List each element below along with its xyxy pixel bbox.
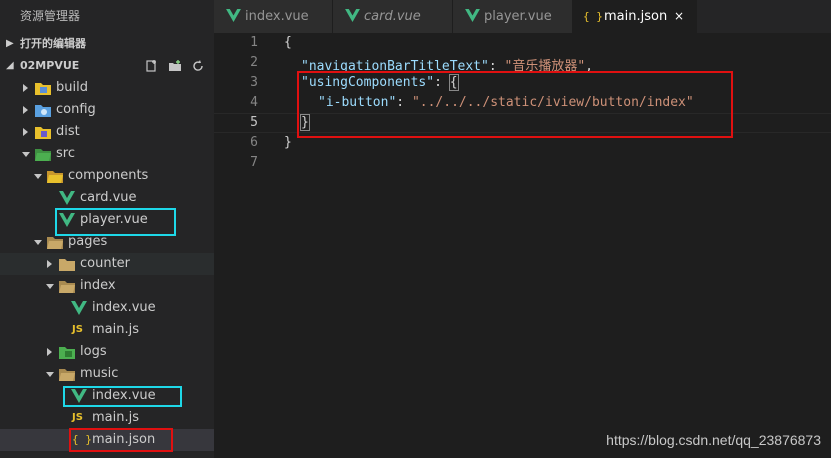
code-editor[interactable]: 1 2 3 4 5 6 7 { "navigationBarTitleText"… [214, 33, 831, 458]
vue-icon [71, 301, 87, 315]
code-line-6: } [284, 135, 292, 150]
highlight-box-red [69, 428, 173, 452]
close-icon[interactable]: × [674, 0, 684, 33]
folder-icon [35, 83, 51, 95]
chevron-right-icon [23, 106, 28, 114]
chevron-down-icon [46, 372, 54, 377]
explorer-title: 资源管理器 [0, 0, 214, 32]
tree-item-components[interactable]: components [0, 165, 214, 187]
tree-item-label: main.js [92, 410, 139, 425]
vue-icon [465, 9, 480, 22]
project-label: 02MPVUE [20, 59, 80, 72]
folder-open-icon [35, 149, 51, 161]
tab-main-json[interactable]: { } main.json × [573, 0, 697, 33]
folder-icon [35, 105, 51, 117]
token-brace: { [284, 35, 292, 50]
chevron-down-icon [34, 174, 42, 179]
chevron-right-icon [23, 128, 28, 136]
tab-index-vue[interactable]: index.vue [214, 0, 333, 33]
tree-item-label: dist [56, 124, 80, 139]
tree-item-main-js[interactable]: JS main.js [0, 319, 214, 341]
folder-icon [35, 127, 51, 139]
chevron-down-icon [22, 152, 30, 157]
chevron-down-icon: ◢ [6, 60, 14, 71]
open-editors-section[interactable]: ▶ 打开的编辑器 [0, 33, 214, 55]
line-number: 6 [250, 135, 258, 150]
tree-item-config[interactable]: config [0, 99, 214, 121]
tree-item-build[interactable]: build [0, 77, 214, 99]
tree-item-label: logs [80, 344, 107, 359]
tab-card-vue[interactable]: card.vue [333, 0, 453, 33]
tree-item-label: index.vue [92, 300, 156, 315]
chevron-down-icon [46, 284, 54, 289]
line-number: 7 [250, 155, 258, 170]
tree-item-index-vue[interactable]: index.vue [0, 297, 214, 319]
project-section[interactable]: ◢ 02MPVUE [0, 55, 214, 77]
tab-player-vue[interactable]: player.vue [453, 0, 573, 33]
folder-icon [59, 259, 75, 271]
tab-label: player.vue [484, 9, 552, 24]
new-file-icon[interactable] [145, 59, 159, 73]
folder-open-icon [47, 237, 63, 249]
chevron-right-icon [47, 260, 52, 268]
folder-open-icon [59, 281, 75, 293]
tree-item-label: components [68, 168, 149, 183]
code-line-1: { [284, 35, 292, 50]
vue-icon [345, 9, 360, 22]
tree-item-label: src [56, 146, 75, 161]
tree-item-label: config [56, 102, 96, 117]
tree-item-logs[interactable]: logs [0, 341, 214, 363]
js-icon: JS [72, 324, 83, 335]
token-brace: } [284, 135, 292, 150]
chevron-right-icon [23, 84, 28, 92]
tree-item-music[interactable]: music [0, 363, 214, 385]
tree-item-label: index [80, 278, 116, 293]
tree-item-counter[interactable]: counter [0, 253, 214, 275]
line-number: 3 [250, 75, 258, 90]
folder-icon [59, 347, 75, 359]
tree-item-label: card.vue [80, 190, 137, 205]
tab-label: card.vue [364, 9, 421, 24]
tree-item-src[interactable]: src [0, 143, 214, 165]
line-number: 1 [250, 35, 258, 50]
js-icon: JS [72, 412, 83, 423]
highlight-box-cyan [63, 386, 182, 407]
editor-tabs: index.vue card.vue player.vue { } main.j… [214, 0, 831, 33]
vue-icon [226, 9, 241, 22]
highlight-box-cyan [55, 208, 176, 236]
highlight-box-red [297, 71, 733, 138]
tree-item-card-vue[interactable]: card.vue [0, 187, 214, 209]
line-number-current: 5 [250, 115, 258, 130]
line-number: 2 [250, 55, 258, 70]
explorer-sidebar: 资源管理器 ▶ 打开的编辑器 ◢ 02MPVUE build config di… [0, 0, 214, 458]
watermark-text: https://blog.csdn.net/qq_23876873 [606, 432, 821, 448]
folder-open-icon [47, 171, 63, 183]
vue-icon [59, 191, 75, 205]
json-icon: { } [583, 10, 603, 23]
chevron-down-icon [34, 240, 42, 245]
tree-item-label: music [80, 366, 119, 381]
chevron-right-icon: ▶ [6, 38, 14, 49]
chevron-right-icon [47, 348, 52, 356]
tree-item-label: build [56, 80, 88, 95]
tree-item-music-main-js[interactable]: JS main.js [0, 407, 214, 429]
tree-item-label: counter [80, 256, 131, 271]
folder-open-icon [59, 369, 75, 381]
tree-item-dist[interactable]: dist [0, 121, 214, 143]
tab-label: main.json [604, 9, 668, 24]
new-folder-icon[interactable] [168, 59, 182, 73]
tree-item-index-folder[interactable]: index [0, 275, 214, 297]
refresh-icon[interactable] [191, 59, 205, 73]
tab-label: index.vue [245, 9, 309, 24]
open-editors-label: 打开的编辑器 [20, 37, 86, 50]
line-number: 4 [250, 95, 258, 110]
tree-item-label: main.js [92, 322, 139, 337]
